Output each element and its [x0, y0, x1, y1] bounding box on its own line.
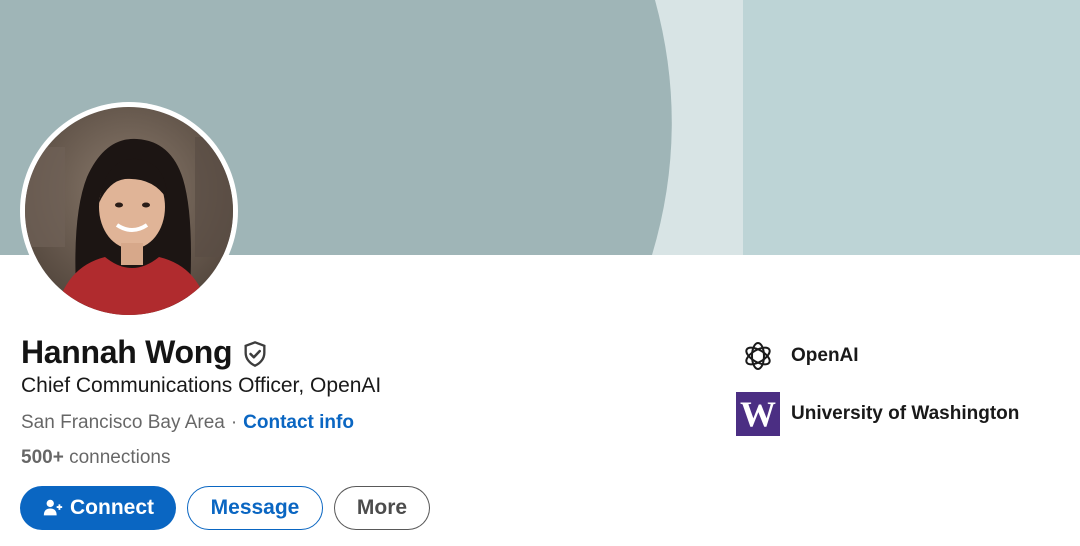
- org-item-openai[interactable]: OpenAI: [736, 334, 1019, 378]
- shield-check-icon[interactable]: [241, 340, 269, 368]
- separator-dot: ·: [230, 412, 238, 433]
- profile-headline: Chief Communications Officer, OpenAI: [21, 374, 382, 397]
- connections-label: connections: [69, 447, 171, 468]
- profile-location: San Francisco Bay Area: [21, 412, 225, 433]
- connect-label: Connect: [70, 496, 154, 519]
- more-button[interactable]: More: [334, 486, 430, 530]
- more-label: More: [356, 496, 408, 519]
- uw-logo: W: [736, 392, 780, 436]
- profile-name: Hannah Wong: [21, 334, 233, 370]
- message-label: Message: [210, 496, 300, 519]
- profile-actions: Connect Message More: [20, 486, 430, 530]
- add-person-icon: [42, 497, 64, 519]
- location-row: San Francisco Bay Area · Contact info: [21, 412, 354, 434]
- name-row: Hannah Wong: [21, 334, 269, 371]
- message-button[interactable]: Message: [187, 486, 323, 530]
- organizations-list: OpenAI W University of Washington: [736, 334, 1019, 450]
- connections-count[interactable]: 500+ connections: [21, 447, 170, 469]
- profile-photo[interactable]: [20, 102, 238, 320]
- connect-button[interactable]: Connect: [20, 486, 176, 530]
- connections-number: 500+: [21, 447, 64, 468]
- org-item-university[interactable]: W University of Washington: [736, 392, 1019, 436]
- openai-logo-icon: [736, 334, 780, 378]
- org-name-openai: OpenAI: [791, 345, 859, 366]
- contact-info-link[interactable]: Contact info: [243, 412, 354, 434]
- org-name-university: University of Washington: [791, 403, 1020, 424]
